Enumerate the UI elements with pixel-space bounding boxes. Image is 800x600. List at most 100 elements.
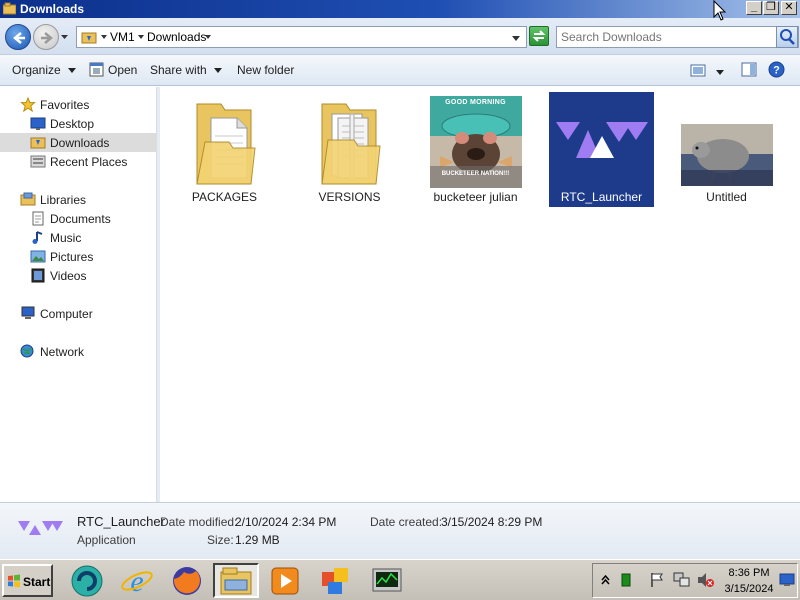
nav-desktop[interactable]: Desktop <box>0 114 157 133</box>
command-toolbar: Organize Open Share with New folder ? <box>0 55 800 86</box>
nav-label: Downloads <box>50 136 110 150</box>
taskbar-media-player[interactable] <box>262 563 308 598</box>
nav-label: Documents <box>50 212 111 226</box>
close-button[interactable]: ✕ <box>781 1 797 15</box>
network-icon <box>20 344 34 358</box>
forward-arrow-icon <box>41 32 53 44</box>
file-item-versions[interactable]: VERSIONS <box>297 92 402 207</box>
folder-icon <box>320 103 381 185</box>
mouse-cursor-icon <box>713 0 727 21</box>
refresh-button[interactable] <box>529 26 549 46</box>
taskbar-office[interactable] <box>312 563 358 598</box>
breadcrumb-separator-icon[interactable] <box>101 35 107 39</box>
folder-icon <box>81 32 97 44</box>
back-arrow-icon <box>13 32 25 44</box>
show-desktop-icon[interactable] <box>779 573 795 587</box>
window-title: Downloads <box>20 2 85 16</box>
nav-music[interactable]: Music <box>0 228 157 247</box>
open-button[interactable]: Open <box>108 63 137 77</box>
windows-flag-icon <box>8 574 20 588</box>
show-hidden-icons-icon[interactable] <box>601 574 610 586</box>
thumbnail-caption-top: GOOD MORNING <box>445 99 506 106</box>
folder-icon <box>195 103 256 185</box>
desktop-icon <box>30 117 46 130</box>
file-name: PACKAGES <box>191 190 258 204</box>
volume-muted-icon[interactable] <box>697 572 715 588</box>
nav-documents[interactable]: Documents <box>0 209 157 228</box>
file-item-rtc-launcher[interactable]: RTC_Launcher <box>549 92 654 207</box>
ie-icon: e <box>121 565 153 597</box>
nav-label: Favorites <box>40 98 90 112</box>
details-modified-label: Date modified: <box>160 515 238 529</box>
organize-button[interactable]: Organize <box>12 63 76 77</box>
preview-pane-icon[interactable] <box>741 62 757 77</box>
clock-time[interactable]: 8:36 PM <box>719 567 779 579</box>
nav-videos[interactable]: Videos <box>0 266 157 285</box>
view-options-dropdown[interactable] <box>716 65 724 79</box>
clock-date[interactable]: 3/15/2024 <box>719 583 779 595</box>
nav-libraries[interactable]: Libraries <box>0 190 157 209</box>
change-view-icon[interactable] <box>690 64 706 77</box>
computer-icon <box>21 306 35 319</box>
network-status-icon[interactable] <box>673 572 691 588</box>
details-size-label: Size: <box>207 533 234 547</box>
breadcrumb-vm1[interactable]: VM1 <box>110 30 135 44</box>
nav-network[interactable]: Network <box>0 342 157 361</box>
new-folder-button[interactable]: New folder <box>237 63 294 77</box>
open-icon <box>89 62 104 77</box>
recent-pages-dropdown-icon[interactable] <box>60 33 69 42</box>
star-icon <box>20 97 36 112</box>
documents-icon <box>32 211 44 226</box>
file-item-untitled[interactable]: Untitled <box>674 92 779 207</box>
start-label: Start <box>23 575 51 589</box>
search-input[interactable] <box>561 29 771 45</box>
media-player-icon <box>271 567 299 595</box>
details-pane: RTC_Launcher Date modified: 2/10/2024 2:… <box>0 502 800 559</box>
help-icon[interactable]: ? <box>768 61 785 78</box>
breadcrumb-downloads[interactable]: Downloads <box>147 30 206 44</box>
address-bar[interactable]: VM1 Downloads <box>76 26 527 48</box>
nav-label: Recent Places <box>50 155 128 169</box>
taskbar-explorer[interactable] <box>213 563 259 598</box>
details-created-value: 3/15/2024 8:29 PM <box>441 515 543 529</box>
taskbar-task-manager[interactable] <box>364 563 410 598</box>
search-box[interactable] <box>556 26 799 48</box>
forward-button[interactable] <box>33 24 59 50</box>
libraries-icon <box>20 192 36 206</box>
recent-places-icon <box>30 155 46 168</box>
nav-favorites[interactable]: Favorites <box>0 95 157 114</box>
breadcrumb-separator-icon[interactable] <box>205 35 211 39</box>
chevron-down-icon <box>716 70 724 76</box>
taskbar-firefox[interactable] <box>164 563 210 598</box>
nav-label: Network <box>40 345 85 359</box>
nav-label: Desktop <box>50 117 95 131</box>
nav-computer[interactable]: Computer <box>0 304 157 323</box>
search-button[interactable] <box>776 26 798 48</box>
taskbar: Start e 8:36 PM 3/15/2024 <box>0 559 800 600</box>
nav-label: Libraries <box>40 193 87 207</box>
back-button[interactable] <box>5 24 31 50</box>
system-tray: 8:36 PM 3/15/2024 <box>592 563 798 598</box>
task-manager-icon <box>372 568 402 592</box>
music-note-icon <box>32 231 43 244</box>
action-center-flag-icon[interactable] <box>649 572 665 588</box>
minimize-button[interactable]: _ <box>746 1 762 15</box>
start-button[interactable]: Start <box>2 564 53 597</box>
folder-icon <box>3 2 16 15</box>
details-size-value: 1.29 MB <box>235 533 280 547</box>
taskbar-app-1[interactable] <box>64 563 110 598</box>
file-item-packages[interactable]: PACKAGES <box>172 92 277 207</box>
taskbar-ie[interactable]: e <box>114 563 160 598</box>
nav-downloads[interactable]: Downloads <box>0 133 157 152</box>
file-name: RTC_Launcher <box>560 190 643 204</box>
svg-text:e: e <box>130 565 143 597</box>
nav-pictures[interactable]: Pictures <box>0 247 157 266</box>
address-dropdown-icon[interactable] <box>512 36 520 41</box>
battery-icon[interactable] <box>621 573 631 587</box>
share-with-button[interactable]: Share with <box>150 63 222 77</box>
organize-label: Organize <box>12 63 61 77</box>
breadcrumb-separator-icon[interactable] <box>138 35 144 39</box>
restore-button[interactable]: ❐ <box>763 1 779 15</box>
nav-recent-places[interactable]: Recent Places <box>0 152 157 171</box>
file-item-bucketeer-julian[interactable]: GOOD MORNING BUCKETEER NATION!!! buckete… <box>423 92 528 207</box>
